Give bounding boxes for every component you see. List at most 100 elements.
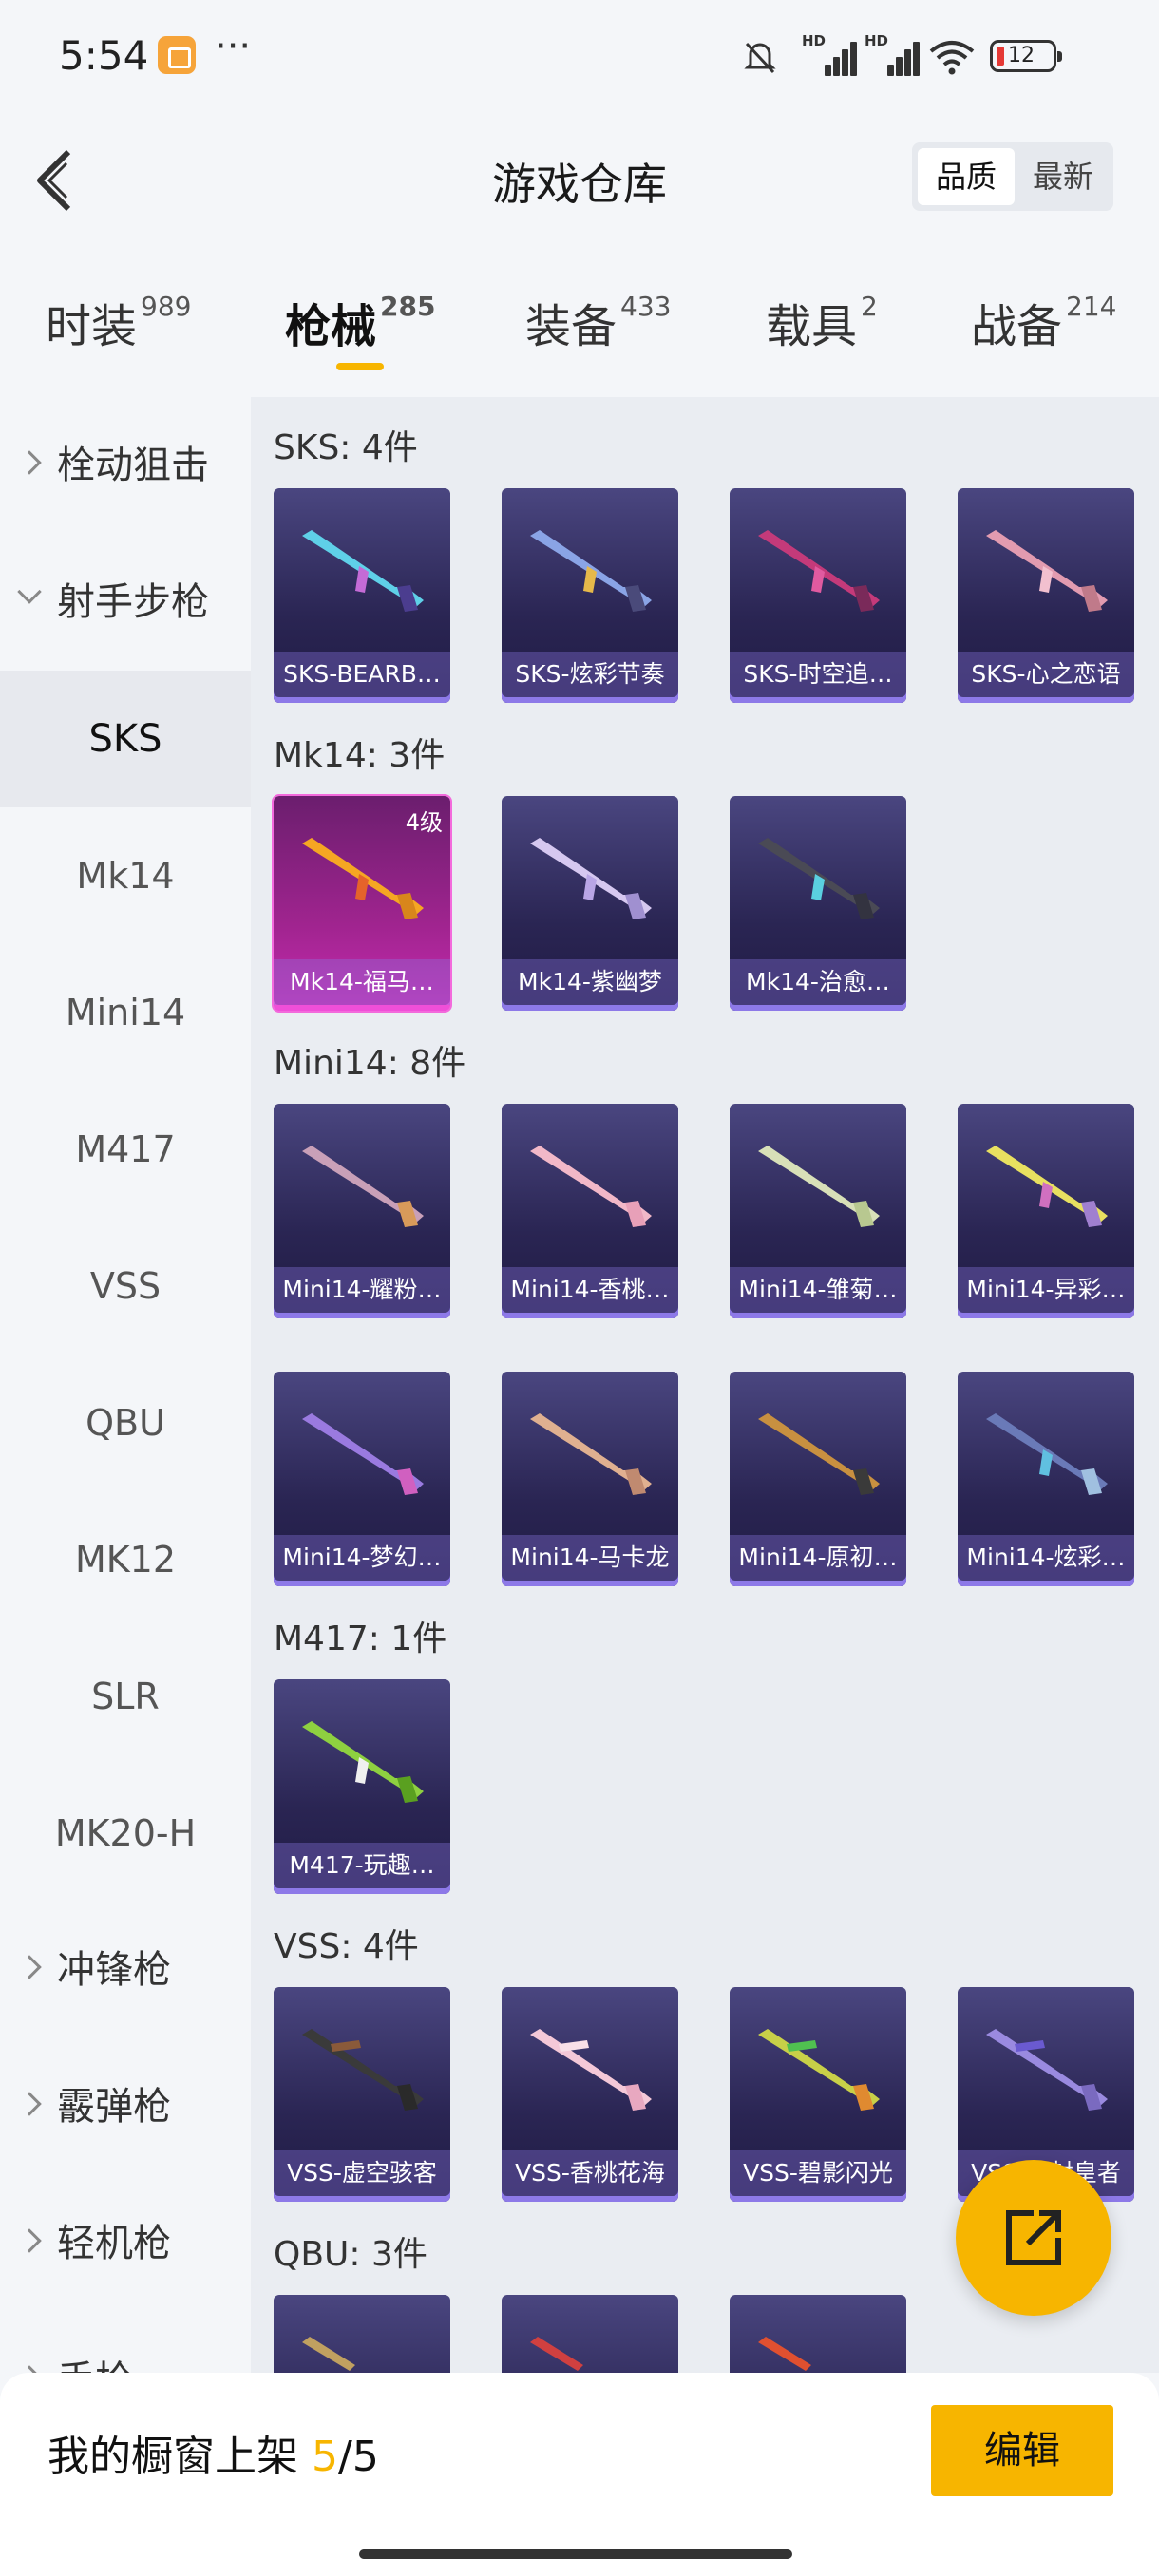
signal-2-icon: HD xyxy=(863,32,920,78)
skin-card[interactable]: Mini14-雏菊… xyxy=(730,1104,906,1318)
sidebar-item-shotgun[interactable]: 霰弹枪 xyxy=(0,2038,251,2175)
skin-card[interactable]: SKS-炫彩节奏 xyxy=(502,488,678,703)
active-tab-indicator xyxy=(336,363,384,370)
chevron-down-icon xyxy=(17,579,42,604)
rifle-icon xyxy=(530,1146,652,1227)
rifle-icon xyxy=(302,2337,355,2371)
skin-card[interactable]: SKS-心之恋语 xyxy=(958,488,1134,703)
tab-supplies[interactable]: 战备 214 xyxy=(971,289,1116,355)
section-title-sks: SKS: 4件 xyxy=(274,428,418,467)
mute-bell-icon xyxy=(744,42,776,74)
skin-card[interactable]: VSS-香桃花海 xyxy=(502,1987,678,2202)
showcase-count: 我的橱窗上架 5/5 xyxy=(48,2433,379,2481)
rifle-icon xyxy=(986,1146,1108,1227)
rifle-icon xyxy=(302,838,424,919)
rifle-icon xyxy=(986,1413,1108,1495)
app-header: 游戏仓库 品质 最新 xyxy=(0,114,1159,247)
chevron-right-icon xyxy=(17,2365,42,2373)
showcase-bar: 我的橱窗上架 5/5 编辑 xyxy=(0,2373,1159,2576)
rifle-icon xyxy=(758,530,880,612)
external-link-icon xyxy=(1006,2210,1061,2265)
sidebar-item-mk14[interactable]: Mk14 xyxy=(0,807,251,944)
battery-icon: 12 xyxy=(990,40,1062,72)
skin-card[interactable]: VSS-虚空骇客 xyxy=(274,1987,450,2202)
edit-button[interactable]: 编辑 xyxy=(931,2405,1113,2496)
section-title-qbu: QBU: 3件 xyxy=(274,2235,428,2274)
status-icons: HD HD 12 xyxy=(741,32,1092,82)
rifle-icon xyxy=(758,2029,880,2111)
sidebar-item-smg[interactable]: 冲锋枪 xyxy=(0,1902,251,2038)
more-notifications-icon: ··· xyxy=(215,25,252,68)
rifle-icon xyxy=(530,838,652,919)
signal-1-icon: HD xyxy=(800,32,857,78)
section-title-mk14: Mk14: 3件 xyxy=(274,736,446,775)
rifle-icon xyxy=(530,1413,652,1495)
status-time: 5:54 xyxy=(59,32,149,79)
sidebar-item-sks[interactable]: SKS xyxy=(0,671,251,807)
skin-card[interactable]: VSS-碧影闪光 xyxy=(730,1987,906,2202)
sidebar: 栓动狙击 射手步枪 SKS Mk14 Mini14 M417 VSS QBU M… xyxy=(0,397,251,2373)
rifle-icon xyxy=(758,2337,811,2371)
skin-card[interactable]: Mini14-耀粉… xyxy=(274,1104,450,1318)
rifle-icon xyxy=(302,2029,424,2111)
sidebar-item-vss[interactable]: VSS xyxy=(0,1218,251,1354)
skin-card[interactable]: Mk14-紫幽梦 xyxy=(502,796,678,1011)
section-title-vss: VSS: 4件 xyxy=(274,1927,419,1966)
skin-card[interactable]: SKS-时空追… xyxy=(730,488,906,703)
skin-card[interactable]: Mini14-梦幻… xyxy=(274,1372,450,1586)
tab-guns[interactable]: 枪械 285 xyxy=(285,289,435,355)
sidebar-item-bolt-sniper[interactable]: 栓动狙击 xyxy=(0,397,251,534)
category-tabs: 时装 989 枪械 285 装备 433 载具 2 战备 214 xyxy=(0,274,1159,388)
wifi-icon xyxy=(929,41,975,75)
sidebar-item-dmr[interactable]: 射手步枪 xyxy=(0,534,251,671)
sidebar-item-qbu[interactable]: QBU xyxy=(0,1354,251,1491)
chevron-right-icon xyxy=(17,2228,42,2253)
chevron-right-icon xyxy=(17,2092,42,2116)
rifle-icon xyxy=(758,838,880,919)
skin-card[interactable] xyxy=(730,2295,906,2373)
skin-card[interactable]: Mini14-马卡龙 xyxy=(502,1372,678,1586)
rifle-icon xyxy=(758,1146,880,1227)
skin-card[interactable]: Mini14-炫彩… xyxy=(958,1372,1134,1586)
skin-card[interactable] xyxy=(502,2295,678,2373)
sidebar-item-m417[interactable]: M417 xyxy=(0,1081,251,1218)
skin-card[interactable]: Mk14-治愈… xyxy=(730,796,906,1011)
sidebar-item-pistol[interactable]: 手枪 xyxy=(0,2312,251,2373)
sidebar-item-mk12[interactable]: MK12 xyxy=(0,1491,251,1628)
skin-card[interactable] xyxy=(274,2295,450,2373)
section-title-m417: M417: 1件 xyxy=(274,1619,447,1658)
tab-vehicles[interactable]: 载具 2 xyxy=(766,289,878,355)
rifle-icon xyxy=(302,1413,424,1495)
share-fab-button[interactable] xyxy=(956,2160,1112,2316)
rifle-icon xyxy=(530,2029,652,2111)
rifle-icon xyxy=(986,530,1108,612)
skin-card[interactable]: Mini14-原初… xyxy=(730,1372,906,1586)
skin-card[interactable]: SKS-BEARB… xyxy=(274,488,450,703)
section-title-mini14: Mini14: 8件 xyxy=(274,1044,466,1083)
rifle-icon xyxy=(302,1721,424,1803)
tab-equipment[interactable]: 装备 433 xyxy=(525,289,671,355)
weapon-grid: SKS: 4件 SKS-BEARB… SKS-炫彩节奏 SKS-时空追… SKS… xyxy=(251,397,1159,2373)
sort-newest-button[interactable]: 最新 xyxy=(1016,148,1110,205)
skin-card[interactable]: 4级 Mk14-福马… xyxy=(272,794,452,1013)
sidebar-item-slr[interactable]: SLR xyxy=(0,1628,251,1765)
sidebar-item-mk20h[interactable]: MK20-H xyxy=(0,1765,251,1902)
sort-toggle: 品质 最新 xyxy=(912,142,1113,211)
chevron-right-icon xyxy=(17,450,42,475)
skin-card[interactable]: Mini14-香桃… xyxy=(502,1104,678,1318)
sort-quality-button[interactable]: 品质 xyxy=(918,148,1015,205)
sidebar-item-mini14[interactable]: Mini14 xyxy=(0,944,251,1081)
rifle-icon xyxy=(302,530,424,612)
home-indicator[interactable] xyxy=(359,2549,792,2559)
rifle-icon xyxy=(758,1413,880,1495)
tab-fashion[interactable]: 时装 989 xyxy=(46,289,191,355)
skin-card[interactable]: M417-玩趣… xyxy=(274,1679,450,1894)
notification-app-icon xyxy=(158,36,196,74)
status-bar: 5:54 ··· HD HD 12 xyxy=(0,0,1159,114)
chevron-right-icon xyxy=(17,1955,42,1979)
rifle-icon xyxy=(530,2337,583,2371)
rifle-icon xyxy=(302,1146,424,1227)
rifle-icon xyxy=(986,2029,1108,2111)
skin-card[interactable]: Mini14-异彩… xyxy=(958,1104,1134,1318)
sidebar-item-lmg[interactable]: 轻机枪 xyxy=(0,2175,251,2312)
